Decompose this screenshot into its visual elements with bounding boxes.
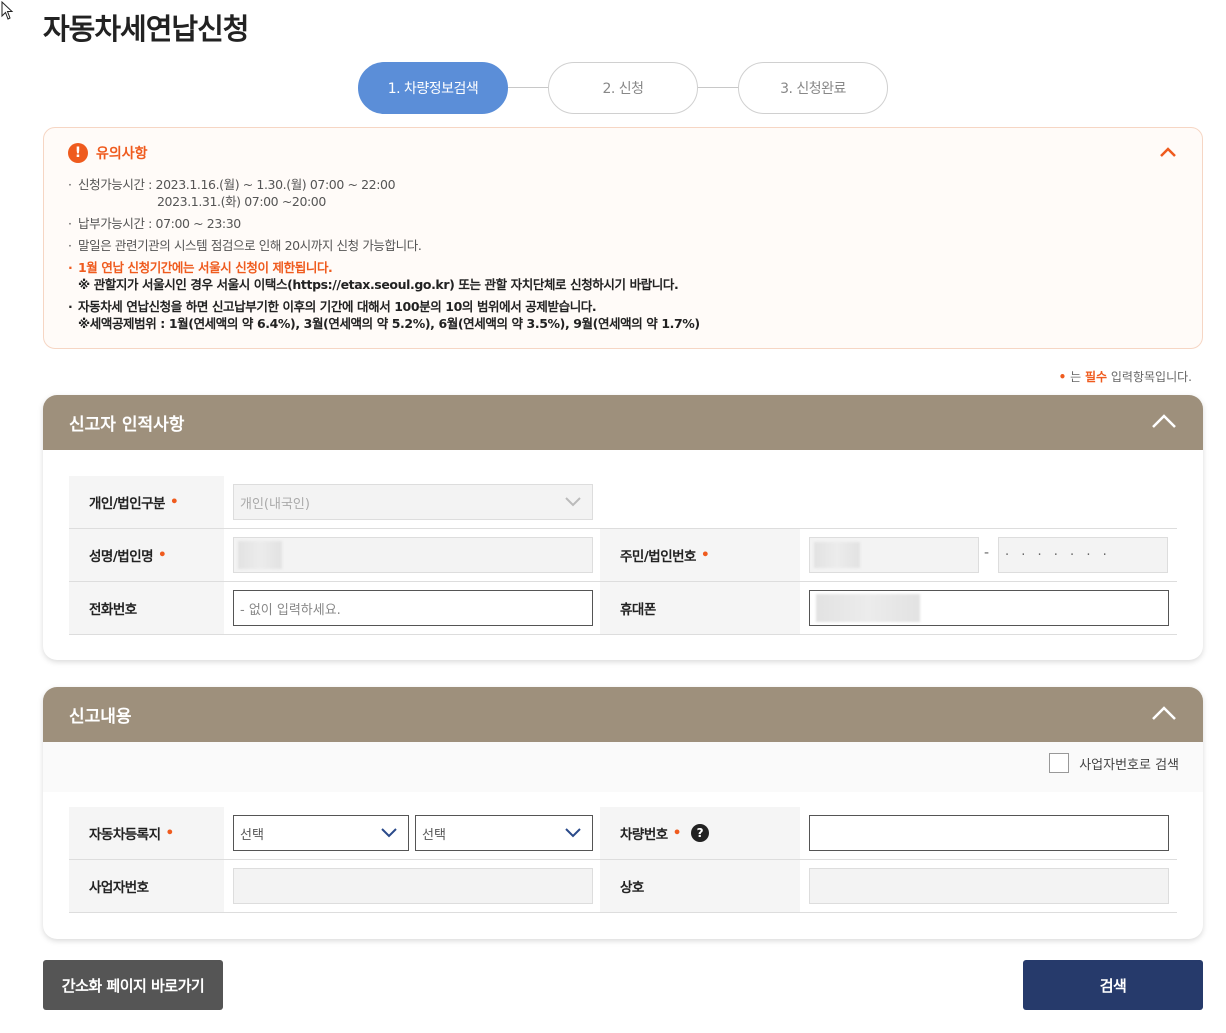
- notice-line: 납부가능시간 : 07:00 ~ 23:30: [68, 215, 700, 232]
- search-button[interactable]: 검색: [1023, 960, 1203, 1010]
- id-number-label: 주민/법인번호: [620, 549, 696, 565]
- phone-label: 전화번호: [89, 602, 137, 618]
- mouse-cursor-icon: [1, 1, 14, 20]
- notice-line: 2023.1.31.(화) 07:00 ~20:00: [157, 194, 326, 209]
- report-content-panel: 신고내용 사업자번호로 검색 자동차등록지 • 선택 선택 차량번호 • ? 사…: [43, 687, 1203, 939]
- checkbox-label: 사업자번호로 검색: [1079, 757, 1179, 773]
- chevron-down-icon: [381, 828, 397, 838]
- notice-box: ! 유의사항 신청가능시간 : 2023.1.16.(월) ~ 1.30.(월)…: [43, 127, 1203, 349]
- mobile-input[interactable]: [809, 590, 1169, 626]
- notice-line: 신청가능시간 : 2023.1.16.(월) ~ 1.30.(월) 07:00 …: [68, 176, 700, 193]
- help-icon[interactable]: ?: [690, 824, 709, 842]
- chevron-up-icon[interactable]: [1158, 142, 1178, 162]
- car-number-label: 차량번호: [620, 827, 668, 843]
- name-label: 성명/법인명: [89, 549, 154, 565]
- notice-title: 유의사항: [96, 146, 148, 162]
- business-number-input: [233, 868, 593, 904]
- id-number-back: · · · · · · ·: [998, 537, 1168, 573]
- simple-page-button[interactable]: 간소화 페이지 바로가기: [43, 960, 223, 1010]
- step-2-apply: 2. 신청: [548, 62, 698, 114]
- business-number-label: 사업자번호: [89, 880, 149, 896]
- notice-line: 말일은 관련기관의 시스템 점검으로 인해 20시까지 신청 가능합니다.: [68, 237, 700, 254]
- region-label: 자동차등록지: [89, 827, 161, 843]
- id-number-front: [809, 537, 979, 573]
- reporter-info-panel: 신고자 인적사항 개인/법인구분 • 개인(내국인) 성명/법인명 • 주민/법인번…: [43, 395, 1203, 660]
- notice-line: 자동차세 연납신청을 하면 신고납부기한 이후의 기간에 대해서 100분의 1…: [68, 298, 700, 315]
- person-type-select: 개인(내국인): [233, 484, 593, 520]
- business-number-checkbox[interactable]: [1049, 753, 1070, 773]
- chevron-up-icon[interactable]: [1151, 703, 1177, 723]
- page-title: 자동차세연납신청: [43, 12, 249, 46]
- company-name-input: [809, 868, 1169, 904]
- step-1-vehicle-search: 1. 차량정보검색: [358, 62, 508, 114]
- name-field: [233, 537, 593, 573]
- step-3-complete: 3. 신청완료: [738, 62, 888, 114]
- phone-input[interactable]: - 없이 입력하세요.: [233, 590, 593, 626]
- chevron-down-icon: [565, 497, 581, 507]
- required-note: • 는 필수 입력항목입니다.: [1058, 370, 1192, 384]
- chevron-down-icon: [565, 828, 581, 838]
- warning-icon: !: [68, 143, 88, 163]
- id-dash: -: [984, 545, 990, 561]
- type-label: 개인/법인구분: [89, 496, 165, 512]
- chevron-up-icon[interactable]: [1151, 411, 1177, 431]
- notice-line: ※ 관할지가 서울시인 경우 서울시 이택스(https://etax.seou…: [78, 277, 679, 292]
- business-number-search-option[interactable]: 사업자번호로 검색: [1049, 753, 1179, 773]
- mobile-label: 휴대폰: [620, 602, 656, 618]
- region-select-1[interactable]: 선택: [233, 815, 409, 851]
- notice-line: 1월 연납 신청기간에는 서울시 신청이 제한됩니다.: [68, 259, 700, 276]
- notice-line: ※세액공제범위 : 1월(연세액의 약 6.4%), 3월(연세액의 약 5.2…: [78, 316, 700, 331]
- step-indicator: 1. 차량정보검색 2. 신청 3. 신청완료: [358, 62, 888, 114]
- car-number-input[interactable]: [809, 815, 1169, 851]
- company-name-label: 상호: [620, 880, 644, 896]
- region-select-2[interactable]: 선택: [415, 815, 593, 851]
- panel-title: 신고내용: [69, 707, 132, 727]
- panel-title: 신고자 인적사항: [69, 415, 185, 435]
